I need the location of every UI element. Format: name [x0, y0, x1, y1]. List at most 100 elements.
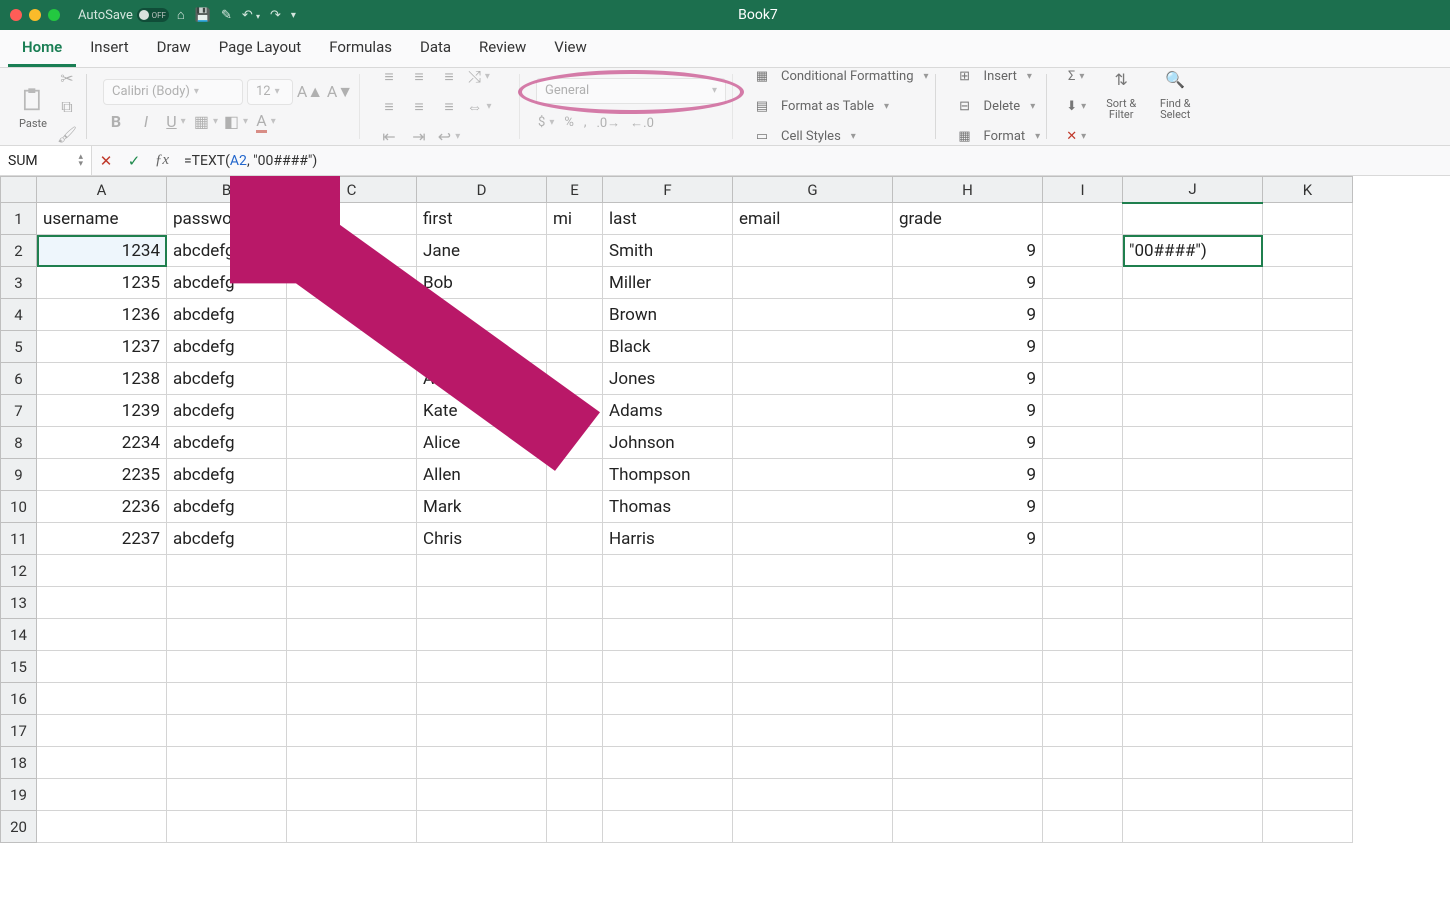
cell-A15[interactable]: [37, 651, 167, 683]
delete-cells-button[interactable]: Delete: [984, 99, 1021, 114]
cell-A20[interactable]: [37, 811, 167, 843]
cell-A3[interactable]: 1235: [37, 267, 167, 299]
cell-G7[interactable]: [733, 395, 893, 427]
cell-D14[interactable]: [417, 619, 547, 651]
cell-G18[interactable]: [733, 747, 893, 779]
cell-A11[interactable]: 2237: [37, 523, 167, 555]
cell-I7[interactable]: [1043, 395, 1123, 427]
cell-A1[interactable]: username: [37, 203, 167, 235]
fill-icon[interactable]: ⬇▾: [1063, 94, 1089, 120]
cell-K15[interactable]: [1263, 651, 1353, 683]
cell-J15[interactable]: [1123, 651, 1263, 683]
cell-A4[interactable]: 1236: [37, 299, 167, 331]
cell-F7[interactable]: Adams: [603, 395, 733, 427]
cell-C8[interactable]: [287, 427, 417, 459]
cell-J19[interactable]: [1123, 779, 1263, 811]
select-all-corner[interactable]: [1, 177, 37, 203]
cell-E17[interactable]: [547, 715, 603, 747]
cell-J16[interactable]: [1123, 683, 1263, 715]
cell-C11[interactable]: [287, 523, 417, 555]
cell-E10[interactable]: [547, 491, 603, 523]
col-header-F[interactable]: F: [603, 177, 733, 203]
cell-K7[interactable]: [1263, 395, 1353, 427]
cell-J11[interactable]: [1123, 523, 1263, 555]
cell-B17[interactable]: [167, 715, 287, 747]
row-header-16[interactable]: 16: [1, 683, 37, 715]
cell-C16[interactable]: [287, 683, 417, 715]
formula-input[interactable]: =TEXT(A2, "00####"): [176, 153, 1450, 169]
cell-E1[interactable]: mi: [547, 203, 603, 235]
cell-H3[interactable]: 9: [893, 267, 1043, 299]
cell-I2[interactable]: [1043, 235, 1123, 267]
cell-A14[interactable]: [37, 619, 167, 651]
cell-B4[interactable]: abcdefg: [167, 299, 287, 331]
row-header-13[interactable]: 13: [1, 587, 37, 619]
cell-D18[interactable]: [417, 747, 547, 779]
cell-F1[interactable]: last: [603, 203, 733, 235]
cell-A9[interactable]: 2235: [37, 459, 167, 491]
cell-K11[interactable]: [1263, 523, 1353, 555]
row-header-6[interactable]: 6: [1, 363, 37, 395]
cell-E2[interactable]: [547, 235, 603, 267]
row-header-3[interactable]: 3: [1, 267, 37, 299]
underline-icon[interactable]: U▾: [163, 109, 189, 135]
cell-E20[interactable]: [547, 811, 603, 843]
format-as-table-button[interactable]: Format as Table: [781, 99, 874, 114]
cell-I4[interactable]: [1043, 299, 1123, 331]
cell-H5[interactable]: 9: [893, 331, 1043, 363]
home-icon[interactable]: ⌂: [177, 7, 185, 23]
cell-E14[interactable]: [547, 619, 603, 651]
cell-C18[interactable]: [287, 747, 417, 779]
fx-button[interactable]: ƒx: [148, 146, 176, 175]
cell-C6[interactable]: [287, 363, 417, 395]
row-header-12[interactable]: 12: [1, 555, 37, 587]
cell-D9[interactable]: Allen: [417, 459, 547, 491]
cell-G2[interactable]: [733, 235, 893, 267]
cell-G15[interactable]: [733, 651, 893, 683]
cell-C3[interactable]: [287, 267, 417, 299]
cancel-formula-button[interactable]: ✕: [92, 146, 120, 175]
cell-I16[interactable]: [1043, 683, 1123, 715]
cell-B2[interactable]: abcdefg: [167, 235, 287, 267]
row-header-9[interactable]: 9: [1, 459, 37, 491]
cell-styles-icon[interactable]: ▭: [749, 124, 775, 147]
cell-F20[interactable]: [603, 811, 733, 843]
bold-icon[interactable]: B: [103, 109, 129, 135]
cut-icon[interactable]: ✂: [54, 68, 80, 92]
cell-C5[interactable]: [287, 331, 417, 363]
cell-H12[interactable]: [893, 555, 1043, 587]
row-header-19[interactable]: 19: [1, 779, 37, 811]
compose-icon[interactable]: ✎: [221, 8, 232, 23]
tab-data[interactable]: Data: [406, 30, 465, 67]
col-header-E[interactable]: E: [547, 177, 603, 203]
col-header-G[interactable]: G: [733, 177, 893, 203]
minimize-window-icon[interactable]: [29, 9, 41, 21]
align-bottom-icon[interactable]: ≡: [436, 68, 462, 90]
cell-C9[interactable]: [287, 459, 417, 491]
cell-I17[interactable]: [1043, 715, 1123, 747]
cell-E9[interactable]: [547, 459, 603, 491]
cell-G8[interactable]: [733, 427, 893, 459]
cell-D3[interactable]: Bob: [417, 267, 547, 299]
cell-I19[interactable]: [1043, 779, 1123, 811]
cell-E11[interactable]: [547, 523, 603, 555]
cell-C12[interactable]: [287, 555, 417, 587]
cell-G4[interactable]: [733, 299, 893, 331]
cell-B3[interactable]: abcdefg: [167, 267, 287, 299]
cell-H11[interactable]: 9: [893, 523, 1043, 555]
cell-K17[interactable]: [1263, 715, 1353, 747]
cell-B8[interactable]: abcdefg: [167, 427, 287, 459]
tab-formulas[interactable]: Formulas: [315, 30, 406, 67]
format-as-table-icon[interactable]: ▤: [749, 94, 775, 120]
qat-overflow-icon[interactable]: ▾: [291, 10, 296, 21]
cell-G17[interactable]: [733, 715, 893, 747]
row-header-8[interactable]: 8: [1, 427, 37, 459]
cell-A10[interactable]: 2236: [37, 491, 167, 523]
zoom-window-icon[interactable]: [48, 9, 60, 21]
sort-filter-icon[interactable]: ⇅: [1108, 68, 1134, 96]
cell-G13[interactable]: [733, 587, 893, 619]
name-box[interactable]: SUM ▴▾: [0, 146, 92, 175]
clear-icon[interactable]: ✕▾: [1063, 124, 1089, 147]
row-header-14[interactable]: 14: [1, 619, 37, 651]
cell-H19[interactable]: [893, 779, 1043, 811]
